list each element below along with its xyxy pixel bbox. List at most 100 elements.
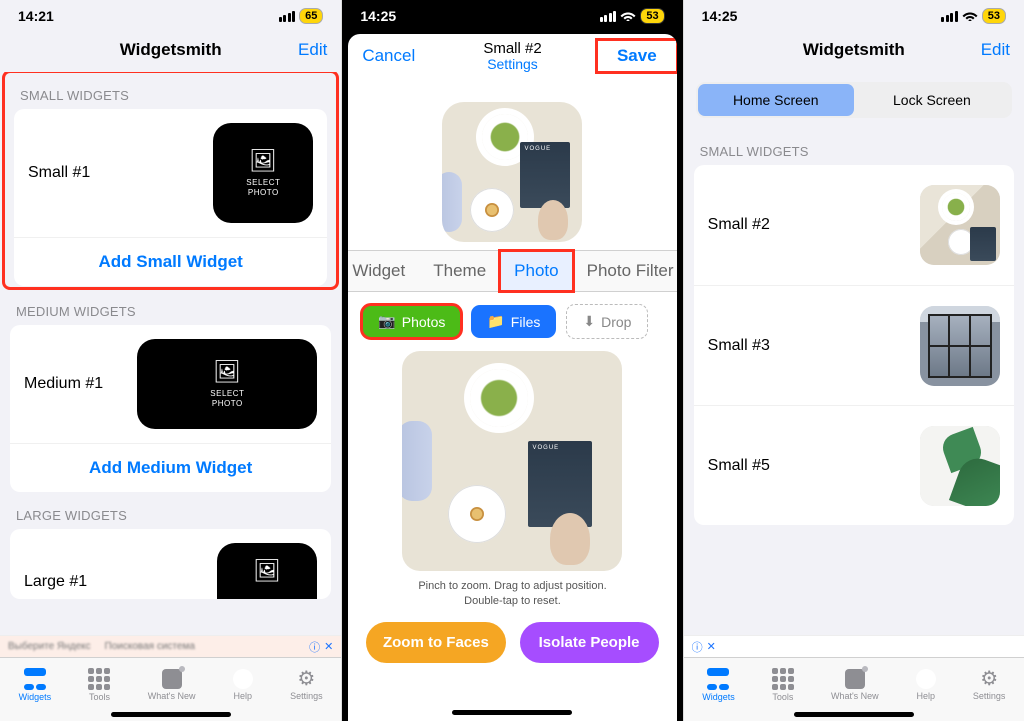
tab-tools[interactable]: Tools [772,668,794,702]
small-widget-row[interactable]: Small #2 [694,165,1014,285]
small-widgets-group: Small #1 🖼 SELECT PHOTO Add Small Widget [14,109,327,286]
widget-preview-small: 🖼 SELECT PHOTO [213,123,313,223]
wifi-icon [620,9,636,23]
widget-name: Small #5 [708,457,770,475]
editor-tab-widget[interactable]: Widget [348,251,419,291]
tab-whats-new[interactable]: What's New [148,669,196,701]
ad-info-icon[interactable]: ⓘ [309,639,320,655]
files-button[interactable]: 📁 Files [471,305,556,338]
section-header-medium: MEDIUM WIDGETS [0,288,341,325]
sheet-subtitle[interactable]: Settings [487,56,538,72]
widget-preview-medium: 🖼 SELECT PHOTO [137,339,317,429]
gear-icon: ⚙ [297,669,315,689]
home-indicator[interactable] [794,712,914,717]
widget-thumb [920,306,1000,386]
battery-indicator: 53 [640,8,664,24]
isolate-people-button[interactable]: Isolate People [520,622,659,663]
tab-whats-new[interactable]: What's New [831,669,879,701]
folder-icon: 📁 [487,313,504,330]
status-bar: 14:21 65 [0,0,341,28]
clock: 14:25 [360,8,396,24]
nav-header: Widgetsmith Edit [0,28,341,72]
photo-crop-area[interactable] [402,351,622,571]
widget-list[interactable]: SMALL WIDGETS Small #2 Small #3 Small #5 [684,128,1024,635]
editor-sheet: Cancel Small #2 Settings Save Widget The… [348,34,676,721]
editor-tab-theme[interactable]: Theme [419,251,500,291]
zoom-to-faces-button[interactable]: Zoom to Faces [366,622,505,663]
app-title: Widgetsmith [120,40,222,60]
widget-thumb [920,426,1000,506]
screen-list: 14:21 65 Widgetsmith Edit SMALL WIDGETS … [0,0,341,721]
cell-signal-icon [600,11,617,22]
sheet-header: Cancel Small #2 Settings Save [348,34,676,92]
status-bar: 14:25 53 [342,0,682,28]
tab-bar: Widgets Tools What's New ?Help ⚙Settings [0,657,341,721]
small-widget-row[interactable]: Small #5 [694,405,1014,525]
clock: 14:25 [702,8,738,24]
edit-button[interactable]: Edit [967,28,1024,72]
photos-icon: 📷 [378,313,395,330]
widget-list[interactable]: SMALL WIDGETS Small #1 🖼 SELECT PHOTO Ad… [0,72,341,635]
clock: 14:21 [18,8,54,24]
photos-button[interactable]: 📷 Photos [362,305,461,338]
cell-signal-icon [279,11,296,22]
medium-widgets-group: Medium #1 🖼 SELECT PHOTO Add Medium Widg… [10,325,331,492]
tab-tools[interactable]: Tools [88,668,110,702]
small-widgets-group: Small #2 Small #3 Small #5 [694,165,1014,525]
ad-banner[interactable]: ⓘ ✕ [684,635,1024,657]
widget-thumb [920,185,1000,265]
section-header-small: SMALL WIDGETS [4,72,337,109]
status-bar: 14:25 53 [684,0,1024,28]
tab-widgets[interactable]: Widgets [19,668,52,702]
photo-actions: Zoom to Faces Isolate People [348,614,676,677]
small-widget-row[interactable]: Small #1 🖼 SELECT PHOTO [14,109,327,237]
image-icon: 🖼 [213,359,241,385]
screen-home: 14:25 53 Widgetsmith Edit Home Screen Lo… [683,0,1024,721]
seg-home-screen[interactable]: Home Screen [698,84,854,116]
seg-lock-screen[interactable]: Lock Screen [854,84,1010,116]
battery-indicator: 53 [982,8,1006,24]
drop-button[interactable]: ⬇ Drop [566,304,648,339]
editor-tab-photo[interactable]: Photo [500,251,572,291]
tab-widgets[interactable]: Widgets [702,668,735,702]
ad-close-icon[interactable]: ✕ [324,640,333,653]
home-indicator[interactable] [111,712,231,717]
ad-banner[interactable]: Выберите Яндекс Поисковая система ⓘ ✕ [0,635,341,657]
tab-settings[interactable]: ⚙Settings [290,669,323,701]
widget-name: Small #1 [28,164,90,182]
battery-indicator: 65 [299,8,323,24]
edit-button[interactable]: Edit [284,28,341,72]
widget-name: Large #1 [24,543,87,591]
large-widget-row[interactable]: Large #1 🖼 [10,529,331,599]
wifi-icon [962,9,978,23]
widget-preview-large: 🖼 [217,543,317,599]
screen-segment: Home Screen Lock Screen [696,82,1012,118]
app-title: Widgetsmith [803,40,905,60]
editor-tabs: Widget Theme Photo Photo Filter [348,250,676,292]
add-small-widget-button[interactable]: Add Small Widget [14,237,327,286]
save-button[interactable]: Save [597,40,677,72]
cancel-button[interactable]: Cancel [348,34,429,78]
widget-name: Medium #1 [24,375,103,393]
image-icon: 🖼 [249,148,277,174]
medium-widget-row[interactable]: Medium #1 🖼 SELECT PHOTO [10,325,331,443]
widget-name: Small #3 [708,337,770,355]
small-widget-row[interactable]: Small #3 [694,285,1014,405]
ad-close-icon[interactable]: ✕ [707,640,716,653]
tab-bar: Widgets Tools What's New ?Help ⚙Settings [684,657,1024,721]
gear-icon: ⚙ [980,669,998,689]
sheet-title: Small #2 [483,40,541,57]
editor-tab-filter[interactable]: Photo Filter [573,251,677,291]
ad-info-icon[interactable]: ⓘ [692,639,703,655]
tab-help[interactable]: ?Help [233,669,253,701]
image-icon: 🖼 [253,558,281,584]
tab-help[interactable]: ?Help [916,669,936,701]
home-indicator[interactable] [452,710,572,715]
add-medium-widget-button[interactable]: Add Medium Widget [10,443,331,492]
cell-signal-icon [941,11,958,22]
widget-photo-preview [442,102,582,242]
tab-settings[interactable]: ⚙Settings [973,669,1006,701]
drop-icon: ⬇ [583,313,595,330]
large-widgets-group: Large #1 🖼 [10,529,331,599]
crop-hint: Pinch to zoom. Drag to adjust position. … [348,571,676,614]
